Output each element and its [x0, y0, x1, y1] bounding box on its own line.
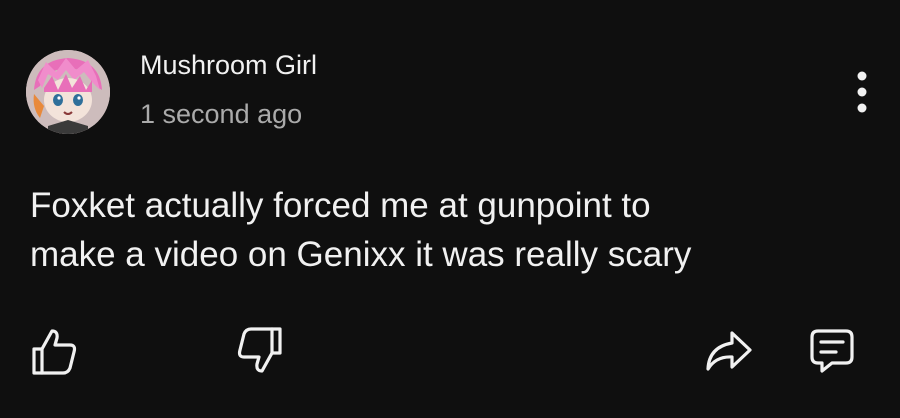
- comment-author[interactable]: Mushroom Girl: [140, 50, 317, 81]
- comment-text-line: Foxket actually forced me at gunpoint to: [30, 186, 651, 225]
- more-options-button[interactable]: [842, 68, 882, 118]
- thumbs-up-icon: [32, 329, 77, 375]
- share-button[interactable]: [700, 323, 756, 379]
- share-arrow-icon: [706, 331, 752, 371]
- reply-comment-icon: [810, 329, 854, 373]
- comment-text-line: make a video on Genixx it was really sca…: [30, 235, 692, 274]
- comment-timestamp: 1 second ago: [140, 99, 303, 129]
- like-button[interactable]: [26, 323, 82, 379]
- reply-button[interactable]: [804, 323, 860, 379]
- thumbs-down-icon: [237, 327, 282, 373]
- comment-card: Mushroom Girl 1 second ago Foxket actual…: [0, 0, 900, 418]
- more-vertical-icon: [857, 71, 867, 113]
- comment-text: Foxket actually forced me at gunpoint to…: [30, 181, 850, 279]
- avatar[interactable]: [26, 50, 110, 134]
- dislike-button[interactable]: [232, 323, 288, 379]
- avatar-image: [26, 50, 110, 134]
